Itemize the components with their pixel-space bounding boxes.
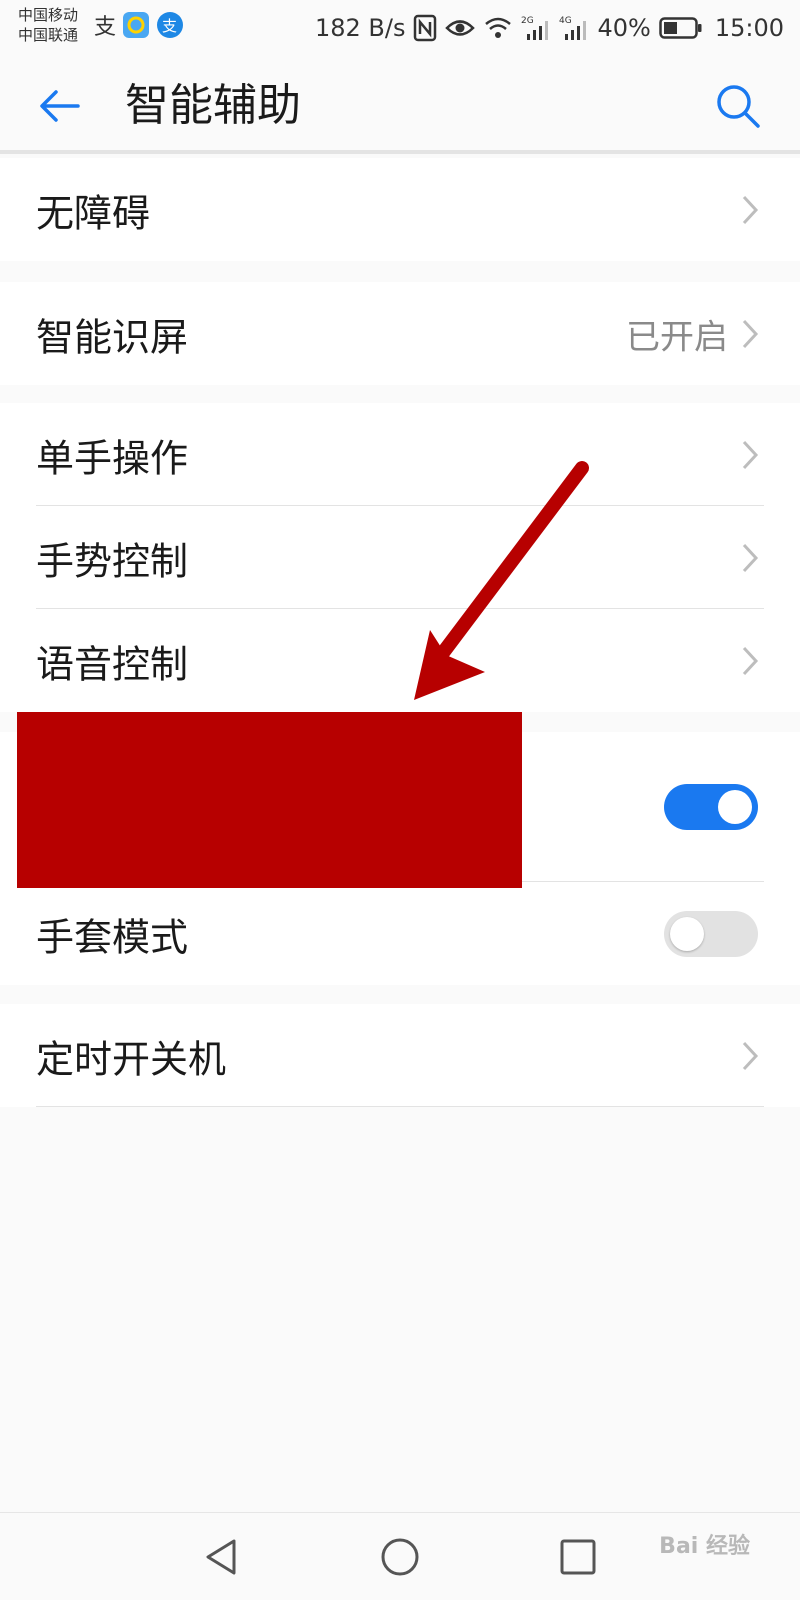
settings-group-accessibility: 无障碍 (0, 158, 800, 261)
nfc-icon (414, 14, 437, 42)
carrier-labels: 中国移动 中国联通 (18, 5, 78, 45)
wifi-icon (485, 17, 512, 38)
page-title: 智能辅助 (125, 80, 301, 131)
clock: 15:00 (714, 14, 784, 42)
glove-mode-label: 手套模式 (36, 915, 189, 959)
accessibility-row[interactable]: 无障碍 (0, 158, 800, 261)
chevron-right-icon (742, 646, 759, 675)
battery-percent: 40% (597, 14, 651, 42)
redaction-box (17, 712, 522, 888)
chevron-right-icon (742, 543, 759, 572)
divider (36, 1106, 764, 1107)
search-icon[interactable] (714, 82, 762, 130)
accessibility-label: 无障碍 (36, 191, 151, 235)
voice-control-label: 语音控制 (36, 642, 189, 686)
app-bar: 智能辅助 (0, 56, 800, 154)
svg-text:2G: 2G (521, 16, 534, 26)
gesture-control-label: 手势控制 (36, 539, 189, 583)
nav-recents-icon[interactable] (556, 1535, 600, 1579)
watermark: Bai 经验 (659, 1534, 750, 1559)
timer-power-row[interactable]: 定时开关机 (0, 1004, 800, 1107)
carrier-1: 中国移动 (18, 6, 79, 24)
smart-screen-row[interactable]: 智能识屏 已开启 (0, 282, 800, 385)
smart-screen-status: 已开启 (626, 317, 728, 357)
app-notification-icon (123, 12, 149, 38)
glove-mode-toggle[interactable] (664, 910, 758, 957)
settings-group-smart-screen: 智能识屏 已开启 (0, 282, 800, 385)
hidden-item-toggle[interactable] (664, 784, 758, 830)
glove-mode-row[interactable]: 手套模式 (0, 882, 800, 985)
eye-comfort-icon (445, 20, 476, 36)
chevron-right-icon (742, 1041, 759, 1070)
screen: 中国移动 中国联通 支 支 182 B/s 2G 4G 40% 15:00 智能… (0, 0, 800, 1600)
svg-text:支: 支 (162, 17, 177, 35)
chevron-right-icon (742, 319, 759, 348)
alipay-circle-icon: 支 (157, 12, 183, 38)
alipay-icon: 支 (94, 15, 116, 40)
svg-text:支: 支 (94, 15, 116, 40)
status-bar: 中国移动 中国联通 支 支 182 B/s 2G 4G 40% 15:00 (0, 0, 800, 56)
svg-text:4G: 4G (559, 16, 572, 26)
settings-group-timer: 定时开关机 (0, 1004, 800, 1107)
timer-power-label: 定时开关机 (36, 1037, 227, 1081)
toggle-knob (718, 790, 752, 824)
annotation-arrow-icon (414, 461, 589, 700)
nav-back-icon[interactable] (200, 1535, 244, 1579)
toggle-knob (670, 916, 704, 951)
status-right: 182 B/s 2G 4G 40% 15:00 (315, 10, 784, 46)
back-arrow-icon[interactable] (36, 82, 84, 130)
chevron-right-icon (742, 440, 759, 469)
chevron-right-icon (742, 195, 759, 224)
one-hand-label: 单手操作 (36, 436, 189, 480)
smart-screen-label: 智能识屏 (36, 315, 189, 359)
battery-icon (659, 17, 702, 39)
nav-home-icon[interactable] (378, 1535, 422, 1579)
signal-4g-icon: 4G (559, 16, 587, 40)
signal-2g-icon: 2G (521, 16, 549, 40)
carrier-2: 中国联通 (18, 26, 79, 44)
network-speed: 182 B/s (314, 14, 406, 42)
